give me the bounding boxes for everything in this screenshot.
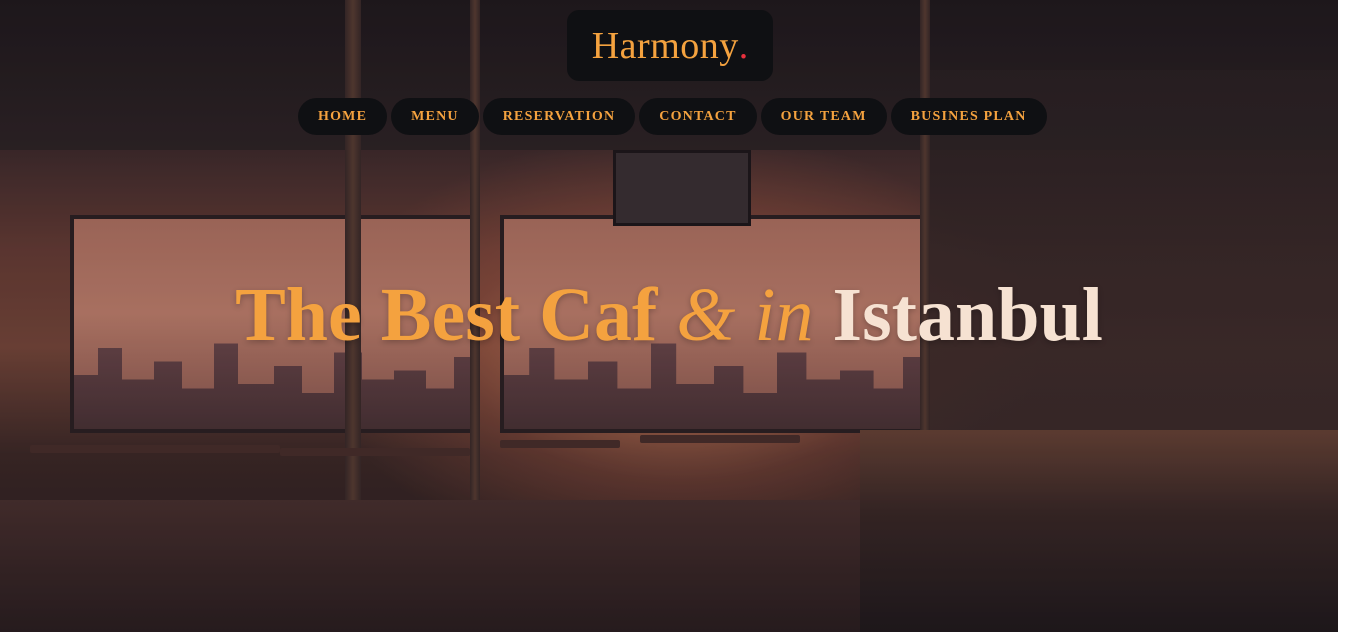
logo-dot: . [738,24,749,67]
hero-title-part1: The Best Caf [235,273,658,357]
hero-title-part3: Istanbul [832,273,1103,357]
logo-text: Harmony [591,24,739,67]
hero-title-part2: & in [676,273,814,357]
hero-section: Harmony. HOME MENU RESERVATION CONTACT O… [0,0,1338,632]
nav-item-home[interactable]: HOME [298,98,388,135]
nav-item-business-plan[interactable]: BUSINES PLAN [890,98,1047,135]
nav-item-contact[interactable]: CONTACT [639,98,757,135]
nav-item-our-team[interactable]: OUR TEAM [760,98,887,135]
nav-item-reservation[interactable]: RESERVATION [482,98,636,135]
hero-title: The Best Caf & in Istanbul [0,270,1338,360]
main-navigation: HOME MENU RESERVATION CONTACT OUR TEAM B… [298,98,1047,135]
nav-item-menu[interactable]: MENU [391,98,479,135]
logo[interactable]: Harmony. [567,10,773,81]
page-scrollbar[interactable] [1338,0,1360,632]
